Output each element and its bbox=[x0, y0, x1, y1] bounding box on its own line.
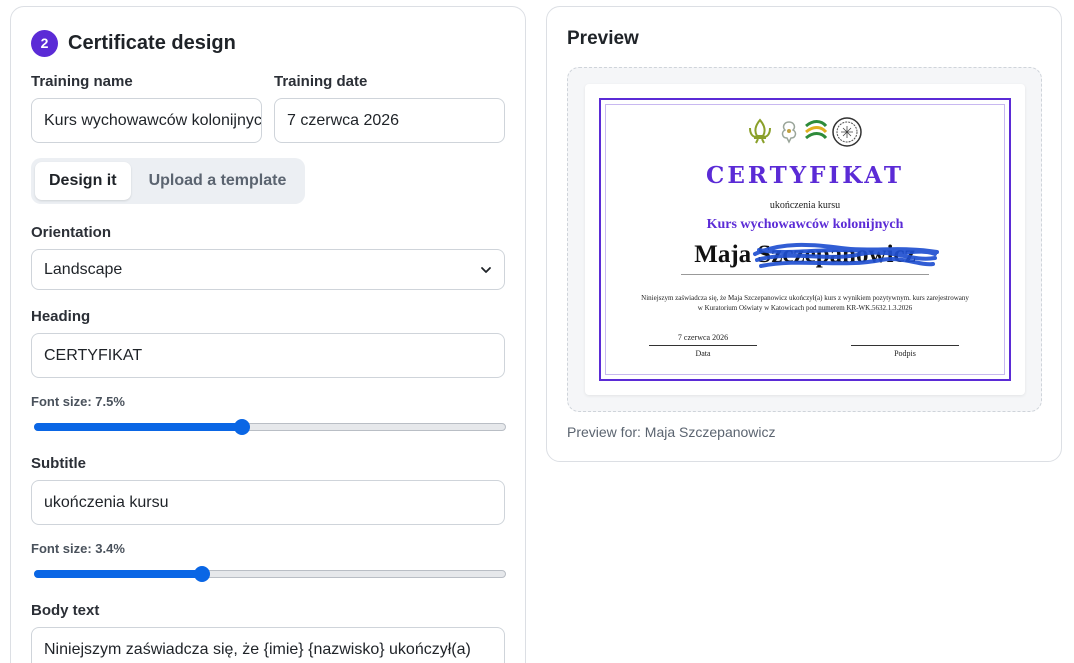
certificate-body-text: Niniejszym zaświadcza się, że Maja Szcze… bbox=[641, 294, 969, 312]
orientation-field: Orientation Landscape bbox=[31, 224, 505, 290]
date-caption: Data bbox=[695, 349, 711, 358]
certificate-design-panel: 2 Certificate design Training name Kurs … bbox=[10, 6, 526, 663]
preview-area: CERTYFIKAT ukończenia kursu Kurs wychowa… bbox=[567, 67, 1042, 412]
certificate-preview: CERTYFIKAT ukończenia kursu Kurs wychowa… bbox=[585, 84, 1025, 395]
orientation-select[interactable]: Landscape bbox=[31, 249, 505, 290]
preview-title: Preview bbox=[567, 28, 639, 49]
training-row: Training name Kurs wychowawców kolonijny… bbox=[31, 73, 505, 143]
body-text-label: Body text bbox=[31, 602, 100, 619]
logo-group bbox=[745, 116, 863, 148]
redaction-scribble bbox=[753, 242, 939, 268]
tab-upload-template[interactable]: Upload a template bbox=[135, 162, 301, 200]
body-text-input[interactable]: Niniejszym zaświadcza się, że {imie} {na… bbox=[31, 627, 505, 663]
round-seal-logo bbox=[832, 117, 862, 147]
heading-label: Heading bbox=[31, 308, 91, 325]
signature-line bbox=[851, 345, 959, 346]
training-date-input[interactable]: 7 czerwca 2026 bbox=[274, 98, 505, 143]
training-name-label: Training name bbox=[31, 73, 133, 90]
heading-font-size-slider[interactable] bbox=[34, 419, 506, 435]
heading-input[interactable]: CERTYFIKAT bbox=[31, 333, 505, 378]
slider-thumb[interactable] bbox=[233, 419, 250, 435]
training-date-label: Training date bbox=[274, 73, 368, 90]
section-title: Certificate design bbox=[68, 31, 236, 54]
name-underline bbox=[681, 274, 929, 275]
date-line bbox=[649, 345, 757, 346]
tab-design-it[interactable]: Design it bbox=[35, 162, 131, 200]
certificate-border: CERTYFIKAT ukończenia kursu Kurs wychowa… bbox=[599, 98, 1011, 381]
certificate-date-value: 7 czerwca 2026 bbox=[677, 333, 729, 342]
trefoil-logo bbox=[781, 121, 797, 144]
preview-for-label: Preview for: Maja Szczepanowicz bbox=[567, 424, 776, 440]
certificate-subtitle: ukończenia kursu bbox=[769, 200, 841, 211]
chevron-down-icon bbox=[481, 266, 491, 273]
step-badge: 2 bbox=[31, 29, 58, 57]
signature-caption: Podpis bbox=[894, 349, 916, 358]
subtitle-label: Subtitle bbox=[31, 455, 86, 472]
slider-fill bbox=[34, 423, 242, 431]
date-signature-block: 7 czerwca 2026 Data bbox=[649, 332, 757, 358]
body-text-field: Body text Niniejszym zaświadcza się, że … bbox=[31, 602, 505, 663]
heading-field: Heading CERTYFIKAT bbox=[31, 308, 505, 378]
scout-lily-logo bbox=[749, 118, 771, 144]
section-header: 2 Certificate design bbox=[31, 28, 505, 58]
subtitle-font-size-label: Font size: 3.4% bbox=[31, 541, 125, 556]
design-mode-toggle: Design it Upload a template bbox=[31, 158, 305, 204]
orientation-value: Landscape bbox=[44, 260, 123, 278]
subtitle-input[interactable]: ukończenia kursu bbox=[31, 480, 505, 525]
signature-block: Podpis bbox=[851, 332, 959, 358]
subtitle-font-size-slider[interactable] bbox=[34, 566, 506, 582]
slider-thumb[interactable] bbox=[193, 566, 210, 582]
wave-emblem-logo bbox=[805, 120, 828, 140]
slider-fill bbox=[34, 570, 202, 578]
subtitle-field: Subtitle ukończenia kursu bbox=[31, 455, 505, 525]
orientation-label: Orientation bbox=[31, 224, 112, 241]
preview-panel: Preview CERTYFIKAT ukończenia kursu Kurs… bbox=[546, 6, 1062, 462]
training-name-input[interactable]: Kurs wychowawców kolonijnych bbox=[31, 98, 262, 143]
certificate-course-name: Kurs wychowawców kolonijnych bbox=[706, 217, 904, 232]
heading-font-size-label: Font size: 7.5% bbox=[31, 394, 125, 409]
certificate-heading: CERTYFIKAT bbox=[706, 162, 904, 189]
